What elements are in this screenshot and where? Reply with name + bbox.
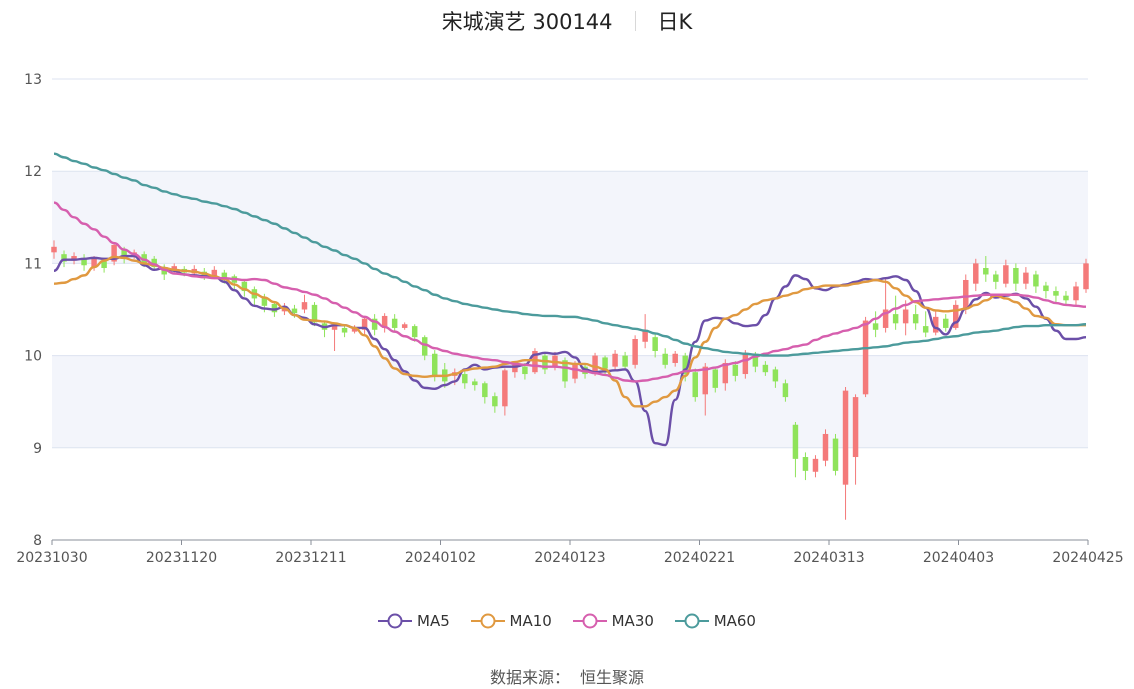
source-value: 恒生聚源 [580, 668, 645, 687]
candle-body [602, 357, 608, 369]
candle-body [973, 263, 979, 284]
candle-body [812, 458, 819, 472]
candle-body [702, 366, 709, 395]
candle-body [842, 390, 849, 485]
legend-ma60[interactable]: MA60 [674, 612, 756, 630]
legend-ma10-icon [470, 613, 505, 629]
candle-body [692, 372, 698, 398]
candle-body [502, 370, 508, 407]
x-tick-label: 20240221 [664, 550, 735, 566]
candle-body [772, 369, 779, 382]
data-source: 数据来源： 恒生聚源 [0, 664, 1134, 688]
y-tick-label: 10 [24, 349, 42, 365]
legend-ma5-icon [378, 613, 412, 629]
candle-body [51, 246, 57, 253]
candle-body [1053, 291, 1059, 296]
legend-ma10-label: MA10 [509, 612, 552, 630]
legend-ma5-label: MA5 [417, 612, 450, 630]
candle-body [421, 337, 428, 356]
candle-body [712, 369, 719, 388]
candle-body [301, 302, 308, 310]
candle-body [832, 438, 839, 471]
candle-body [983, 268, 989, 275]
candle-body [472, 381, 478, 386]
candle-body [652, 337, 658, 351]
candle-body [522, 366, 528, 375]
candle-body [632, 339, 638, 365]
candle-body [732, 364, 739, 376]
candle-body [782, 383, 789, 398]
candle-body [291, 308, 298, 314]
x-tick-label: 20231120 [146, 550, 217, 566]
source-label: 数据来源： [489, 668, 570, 687]
legend-ma60-icon [674, 613, 709, 629]
candle-body [852, 397, 859, 458]
candle-body [993, 274, 999, 282]
candle-body [762, 364, 769, 373]
candle-body [592, 355, 598, 373]
x-tick-label: 20240425 [1052, 550, 1123, 566]
candle-body [922, 326, 929, 333]
candle-body [822, 433, 829, 461]
y-tick-label: 11 [24, 256, 42, 272]
y-tick-label: 12 [24, 164, 42, 180]
legend-ma10[interactable]: MA10 [470, 612, 552, 630]
candle-body [742, 353, 749, 375]
legend-ma60-label: MA60 [713, 612, 756, 630]
candle-body [462, 374, 468, 384]
candle-body [431, 353, 438, 376]
legend-ma30[interactable]: MA30 [572, 612, 654, 630]
candle-body [612, 353, 618, 367]
candle-body [1043, 285, 1049, 292]
candle-body [482, 383, 488, 398]
candle-body [341, 327, 348, 333]
candle-body [572, 364, 578, 379]
candle-body [912, 314, 919, 324]
x-tick-label: 20240403 [923, 550, 994, 566]
candle-body [862, 320, 869, 395]
candle-body [1013, 268, 1019, 284]
x-tick-label: 20240123 [534, 550, 605, 566]
candle-body [892, 314, 899, 324]
x-tick-label: 20231211 [275, 550, 346, 566]
candlestick-chart: 8 9 10 11 12 13 20231030 20231120 20231211 202401… [16, 72, 1123, 566]
candle-body [662, 353, 668, 365]
candle-body [411, 326, 418, 338]
candle-body [942, 318, 949, 328]
candle-body [672, 353, 678, 363]
x-tick-label: 20240313 [793, 550, 864, 566]
legend-ma5[interactable]: MA5 [378, 612, 450, 630]
candle-body [391, 318, 398, 328]
candle-body [872, 323, 879, 330]
candle-body [1023, 272, 1029, 284]
legend-ma30-label: MA30 [611, 612, 654, 630]
candle-body [963, 279, 969, 310]
grid-band [52, 171, 1088, 264]
y-tick-label: 9 [33, 441, 42, 457]
candle-body [622, 355, 628, 367]
candle-body [1073, 286, 1079, 301]
candle-body [802, 457, 809, 471]
x-tick-label: 20231030 [16, 550, 87, 566]
candle-body [492, 396, 498, 407]
candle-body [401, 324, 408, 328]
legend: MA5 MA10 MA30 MA60 [0, 612, 1134, 634]
candle-body [1033, 274, 1039, 287]
candle-body [101, 261, 107, 269]
x-tick-label: 20240102 [405, 550, 476, 566]
candle-body [1083, 263, 1089, 290]
candle-body [792, 424, 799, 459]
candle-body [1003, 265, 1009, 284]
y-tick-label: 8 [33, 533, 42, 549]
candle-body [1063, 295, 1069, 301]
candle-body [902, 309, 909, 324]
legend-ma30-icon [572, 613, 607, 629]
y-tick-label: 13 [24, 72, 42, 88]
